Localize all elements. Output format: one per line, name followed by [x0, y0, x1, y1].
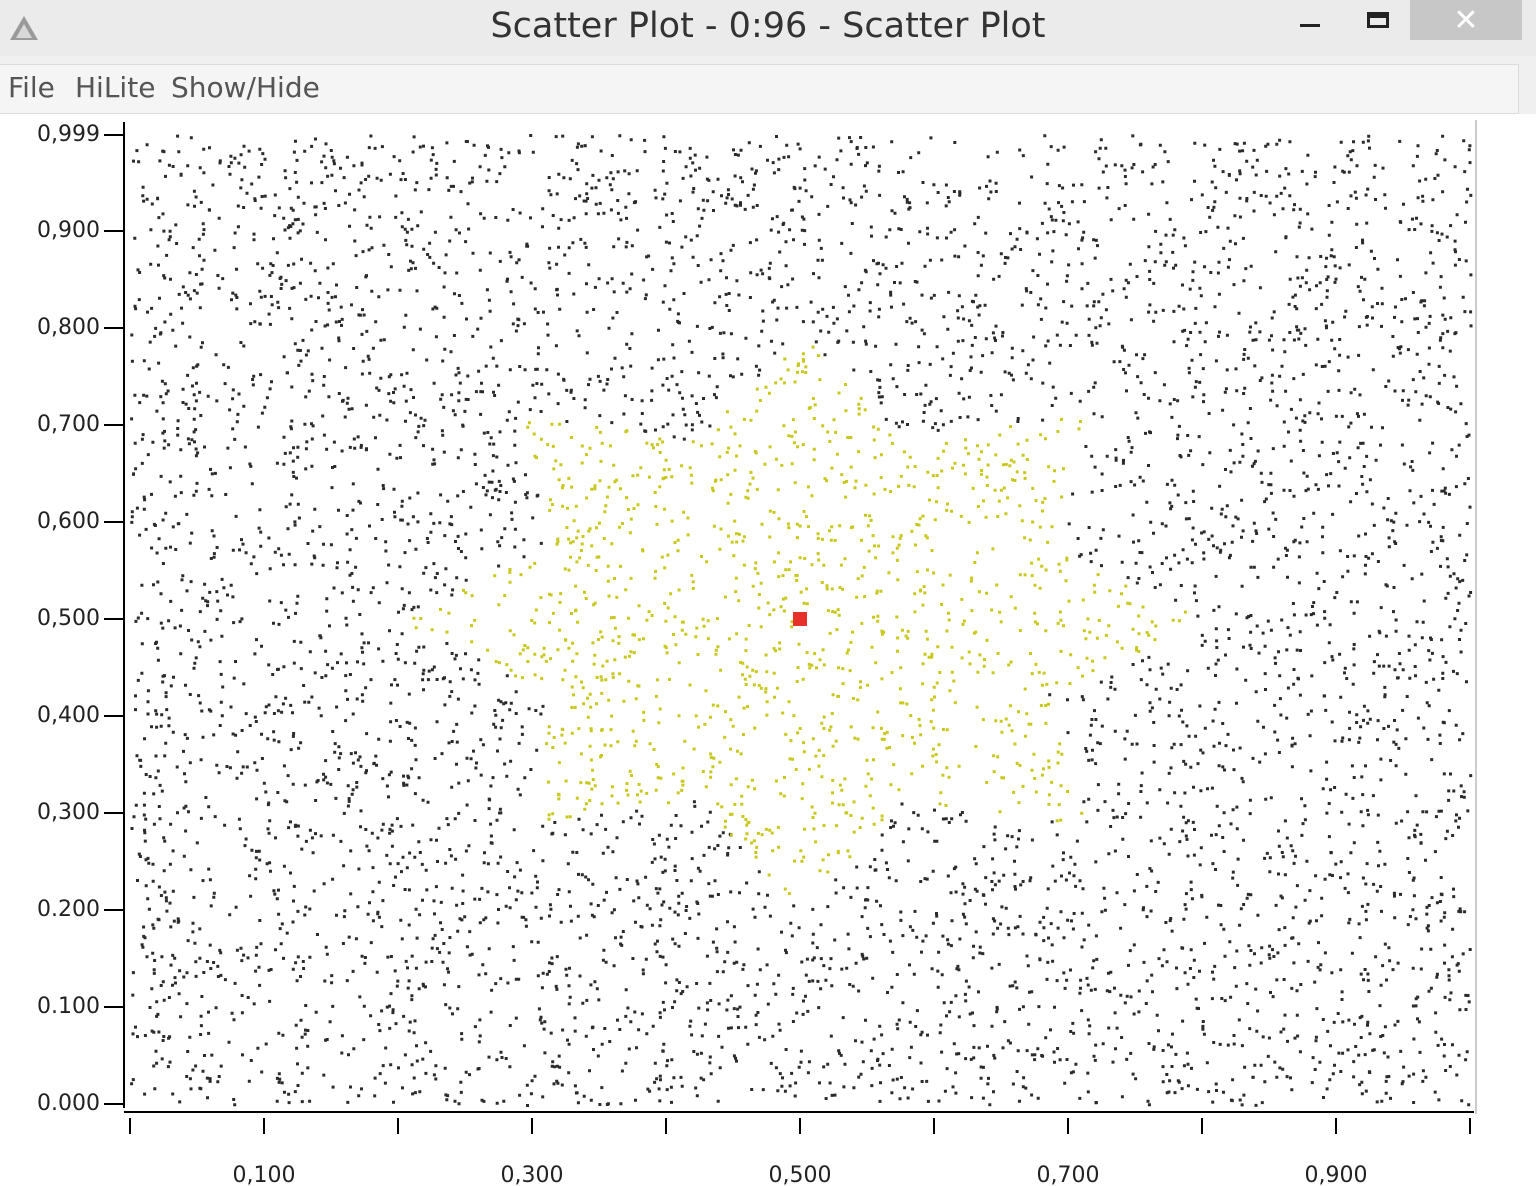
menu-show-hide[interactable]: Show/Hide [171, 71, 320, 104]
y-tick-label: 0,999 [37, 122, 100, 147]
menu-hilite[interactable]: HiLite [75, 71, 155, 104]
y-tick-label: 0,300 [37, 800, 100, 825]
x-tick-label: 0,700 [1037, 1163, 1100, 1186]
menu-bar: File HiLite Show/Hide [0, 64, 1519, 114]
title-bar: Scatter Plot - 0:96 - Scatter Plot ✕ [0, 0, 1536, 56]
center-point-series [793, 612, 807, 626]
close-icon: ✕ [1453, 2, 1479, 38]
minimize-button[interactable] [1282, 0, 1338, 40]
y-tick-label: 0,700 [37, 412, 100, 437]
x-tick-label: 0,300 [501, 1163, 564, 1186]
y-tick-label: 0,500 [37, 606, 100, 631]
y-tick-label: 0,400 [37, 703, 100, 728]
scatter-plot-panel: 0.000 0.100 0.200 0,300 0,400 0,500 0,600 0,700… [0, 114, 1536, 1186]
scatter-plot[interactable]: 0.000 0.100 0.200 0,300 0,400 0,500 0,600 0,700… [0, 114, 1536, 1186]
center-point [793, 612, 807, 626]
x-tick-label: 0,900 [1305, 1163, 1368, 1186]
y-tick-label: 0.000 [37, 1091, 100, 1116]
menu-file[interactable]: File [8, 71, 55, 104]
y-tick-label: 0,600 [37, 509, 100, 534]
maximize-button[interactable] [1350, 0, 1406, 40]
minimize-icon [1300, 23, 1320, 27]
close-button[interactable]: ✕ [1410, 0, 1522, 40]
y-tick-label: 0,800 [37, 315, 100, 340]
y-tick-label: 0.200 [37, 897, 100, 922]
maximize-icon [1367, 12, 1389, 28]
x-tick-label: 0,500 [769, 1163, 832, 1186]
y-tick-label: 0,900 [37, 218, 100, 243]
y-tick-label: 0.100 [37, 994, 100, 1019]
x-tick-label: 0,100 [233, 1163, 296, 1186]
